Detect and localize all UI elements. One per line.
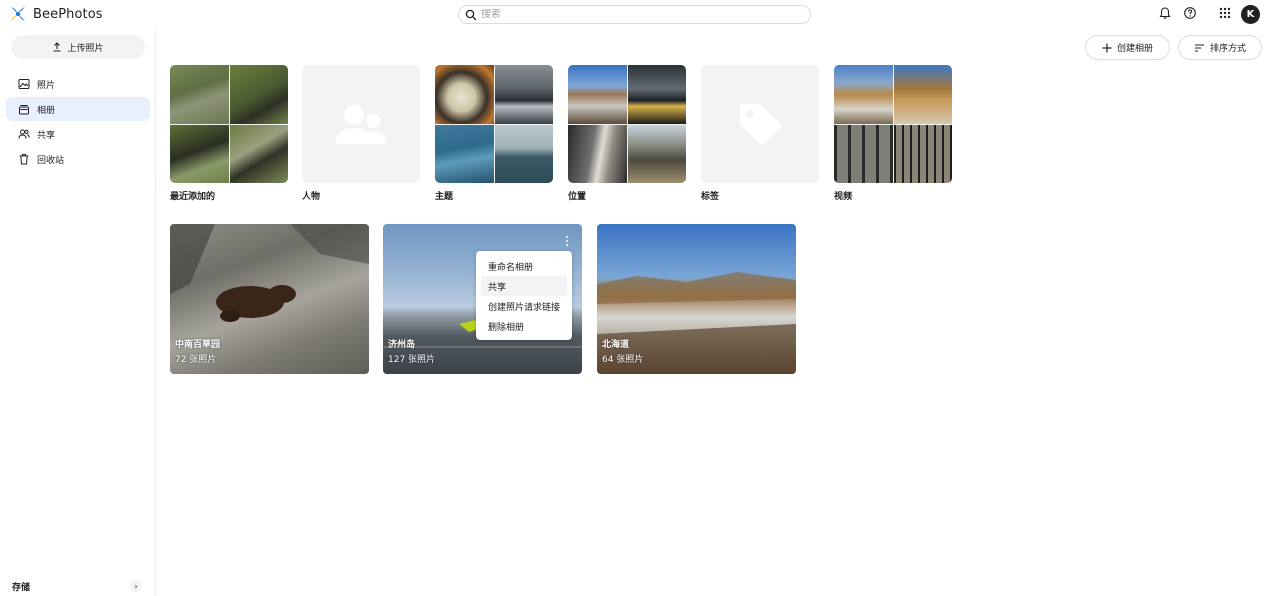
category-label: 位置: [568, 192, 587, 202]
top-bar: BeePhotos K: [0, 0, 1269, 30]
album-name: 济州岛: [388, 340, 416, 350]
category-label: 主题: [435, 192, 454, 202]
album-count: 72 张照片: [175, 355, 217, 365]
category-label: 人物: [302, 192, 321, 202]
album-name: 中南百草园: [175, 340, 221, 350]
photo-tile: [893, 124, 952, 183]
category-label: 视频: [834, 192, 853, 202]
photo-tile: [229, 124, 288, 183]
photo-tile: [627, 124, 686, 183]
photo-tile: [494, 65, 553, 124]
sidebar-item-label: 照片: [37, 80, 56, 91]
plus-icon: [1102, 43, 1112, 52]
photo-tile: [435, 65, 494, 124]
sidebar-item-photos[interactable]: 照片: [6, 72, 150, 96]
bell-icon[interactable]: [1158, 6, 1172, 20]
sidebar-item-shared[interactable]: 共享: [6, 122, 150, 146]
upload-icon: [53, 42, 61, 52]
sidebar-item-trash[interactable]: 回收站: [6, 147, 150, 171]
image-icon: [18, 79, 30, 89]
sidebar: 上传照片 照片 相册 共享 回收站 存储 ›: [0, 30, 156, 596]
search-icon: [465, 9, 477, 20]
create-album-button[interactable]: 创建相册: [1085, 35, 1170, 60]
photo-tile: [834, 65, 893, 124]
photo-tile: [170, 65, 229, 124]
upload-photos-button[interactable]: 上传照片: [11, 35, 145, 59]
trash-icon: [19, 154, 29, 165]
people-placeholder-icon: [336, 105, 386, 144]
create-album-label: 创建相册: [1116, 44, 1153, 54]
chevron-right-icon[interactable]: ›: [130, 580, 142, 592]
storage-label: 存储: [12, 582, 31, 593]
upload-label: 上传照片: [67, 43, 104, 54]
category-thumbnail: [302, 65, 420, 183]
sort-label: 排序方式: [1209, 44, 1246, 54]
album-name: 北海道: [602, 340, 630, 350]
album-count: 127 张照片: [388, 355, 436, 365]
menu-item-create-photo-request-link[interactable]: 创建照片请求链接: [481, 296, 567, 316]
photo-tile: [494, 124, 553, 183]
album-count: 64 张照片: [602, 355, 644, 365]
photo-tile: [435, 124, 494, 183]
photo-tile: [568, 124, 627, 183]
apps-grid-icon[interactable]: [1218, 6, 1232, 20]
tag-icon: [740, 104, 782, 146]
menu-item-delete-album[interactable]: 删除相册: [481, 316, 567, 336]
album-card[interactable]: 中南百草园 72 张照片: [170, 224, 369, 374]
category-recently-added[interactable]: 最近添加的: [170, 65, 288, 202]
app-root: BeePhotos K: [0, 0, 1269, 596]
category-thumbnail: [834, 65, 952, 183]
sort-icon: [1194, 43, 1204, 52]
photo-tile: [170, 124, 229, 183]
avatar[interactable]: K: [1241, 5, 1260, 24]
category-tags[interactable]: 标签: [701, 65, 819, 202]
sidebar-item-albums[interactable]: 相册: [6, 97, 150, 121]
menu-item-rename-album[interactable]: 重命名相册: [481, 256, 567, 276]
category-thumbnail: [568, 65, 686, 183]
menu-item-share[interactable]: 共享: [481, 276, 567, 296]
photo-tile: [834, 124, 893, 183]
photo-tile: [568, 65, 627, 124]
sidebar-item-label: 共享: [37, 130, 56, 141]
album-icon: [19, 105, 29, 115]
category-people[interactable]: 人物: [302, 65, 420, 202]
help-icon[interactable]: [1183, 6, 1197, 20]
category-thumbnail: [435, 65, 553, 183]
photo-tile: [893, 65, 952, 124]
search-input[interactable]: [481, 9, 781, 20]
album-context-menu: 重命名相册 共享 创建照片请求链接 删除相册: [476, 251, 572, 340]
category-videos[interactable]: 视频: [834, 65, 952, 202]
album-card[interactable]: 北海道 64 张照片: [597, 224, 796, 374]
photo-tile: [229, 65, 288, 124]
more-options-button[interactable]: [562, 234, 572, 248]
category-places[interactable]: 位置: [568, 65, 686, 202]
app-logo[interactable]: BeePhotos: [9, 5, 103, 23]
search-bar[interactable]: [458, 5, 811, 24]
category-thumbnail: [170, 65, 288, 183]
beephotos-logo-icon: [11, 7, 25, 21]
sidebar-item-label: 回收站: [37, 155, 65, 166]
storage-section[interactable]: 存储 ›: [12, 579, 142, 593]
category-label: 最近添加的: [170, 192, 216, 202]
people-icon: [18, 129, 30, 139]
photo-tile: [627, 65, 686, 124]
category-label: 标签: [701, 192, 720, 202]
sort-button[interactable]: 排序方式: [1178, 35, 1262, 60]
app-title: BeePhotos: [33, 6, 103, 22]
category-things[interactable]: 主题: [435, 65, 553, 202]
sidebar-item-label: 相册: [37, 105, 56, 116]
category-thumbnail: [701, 65, 819, 183]
